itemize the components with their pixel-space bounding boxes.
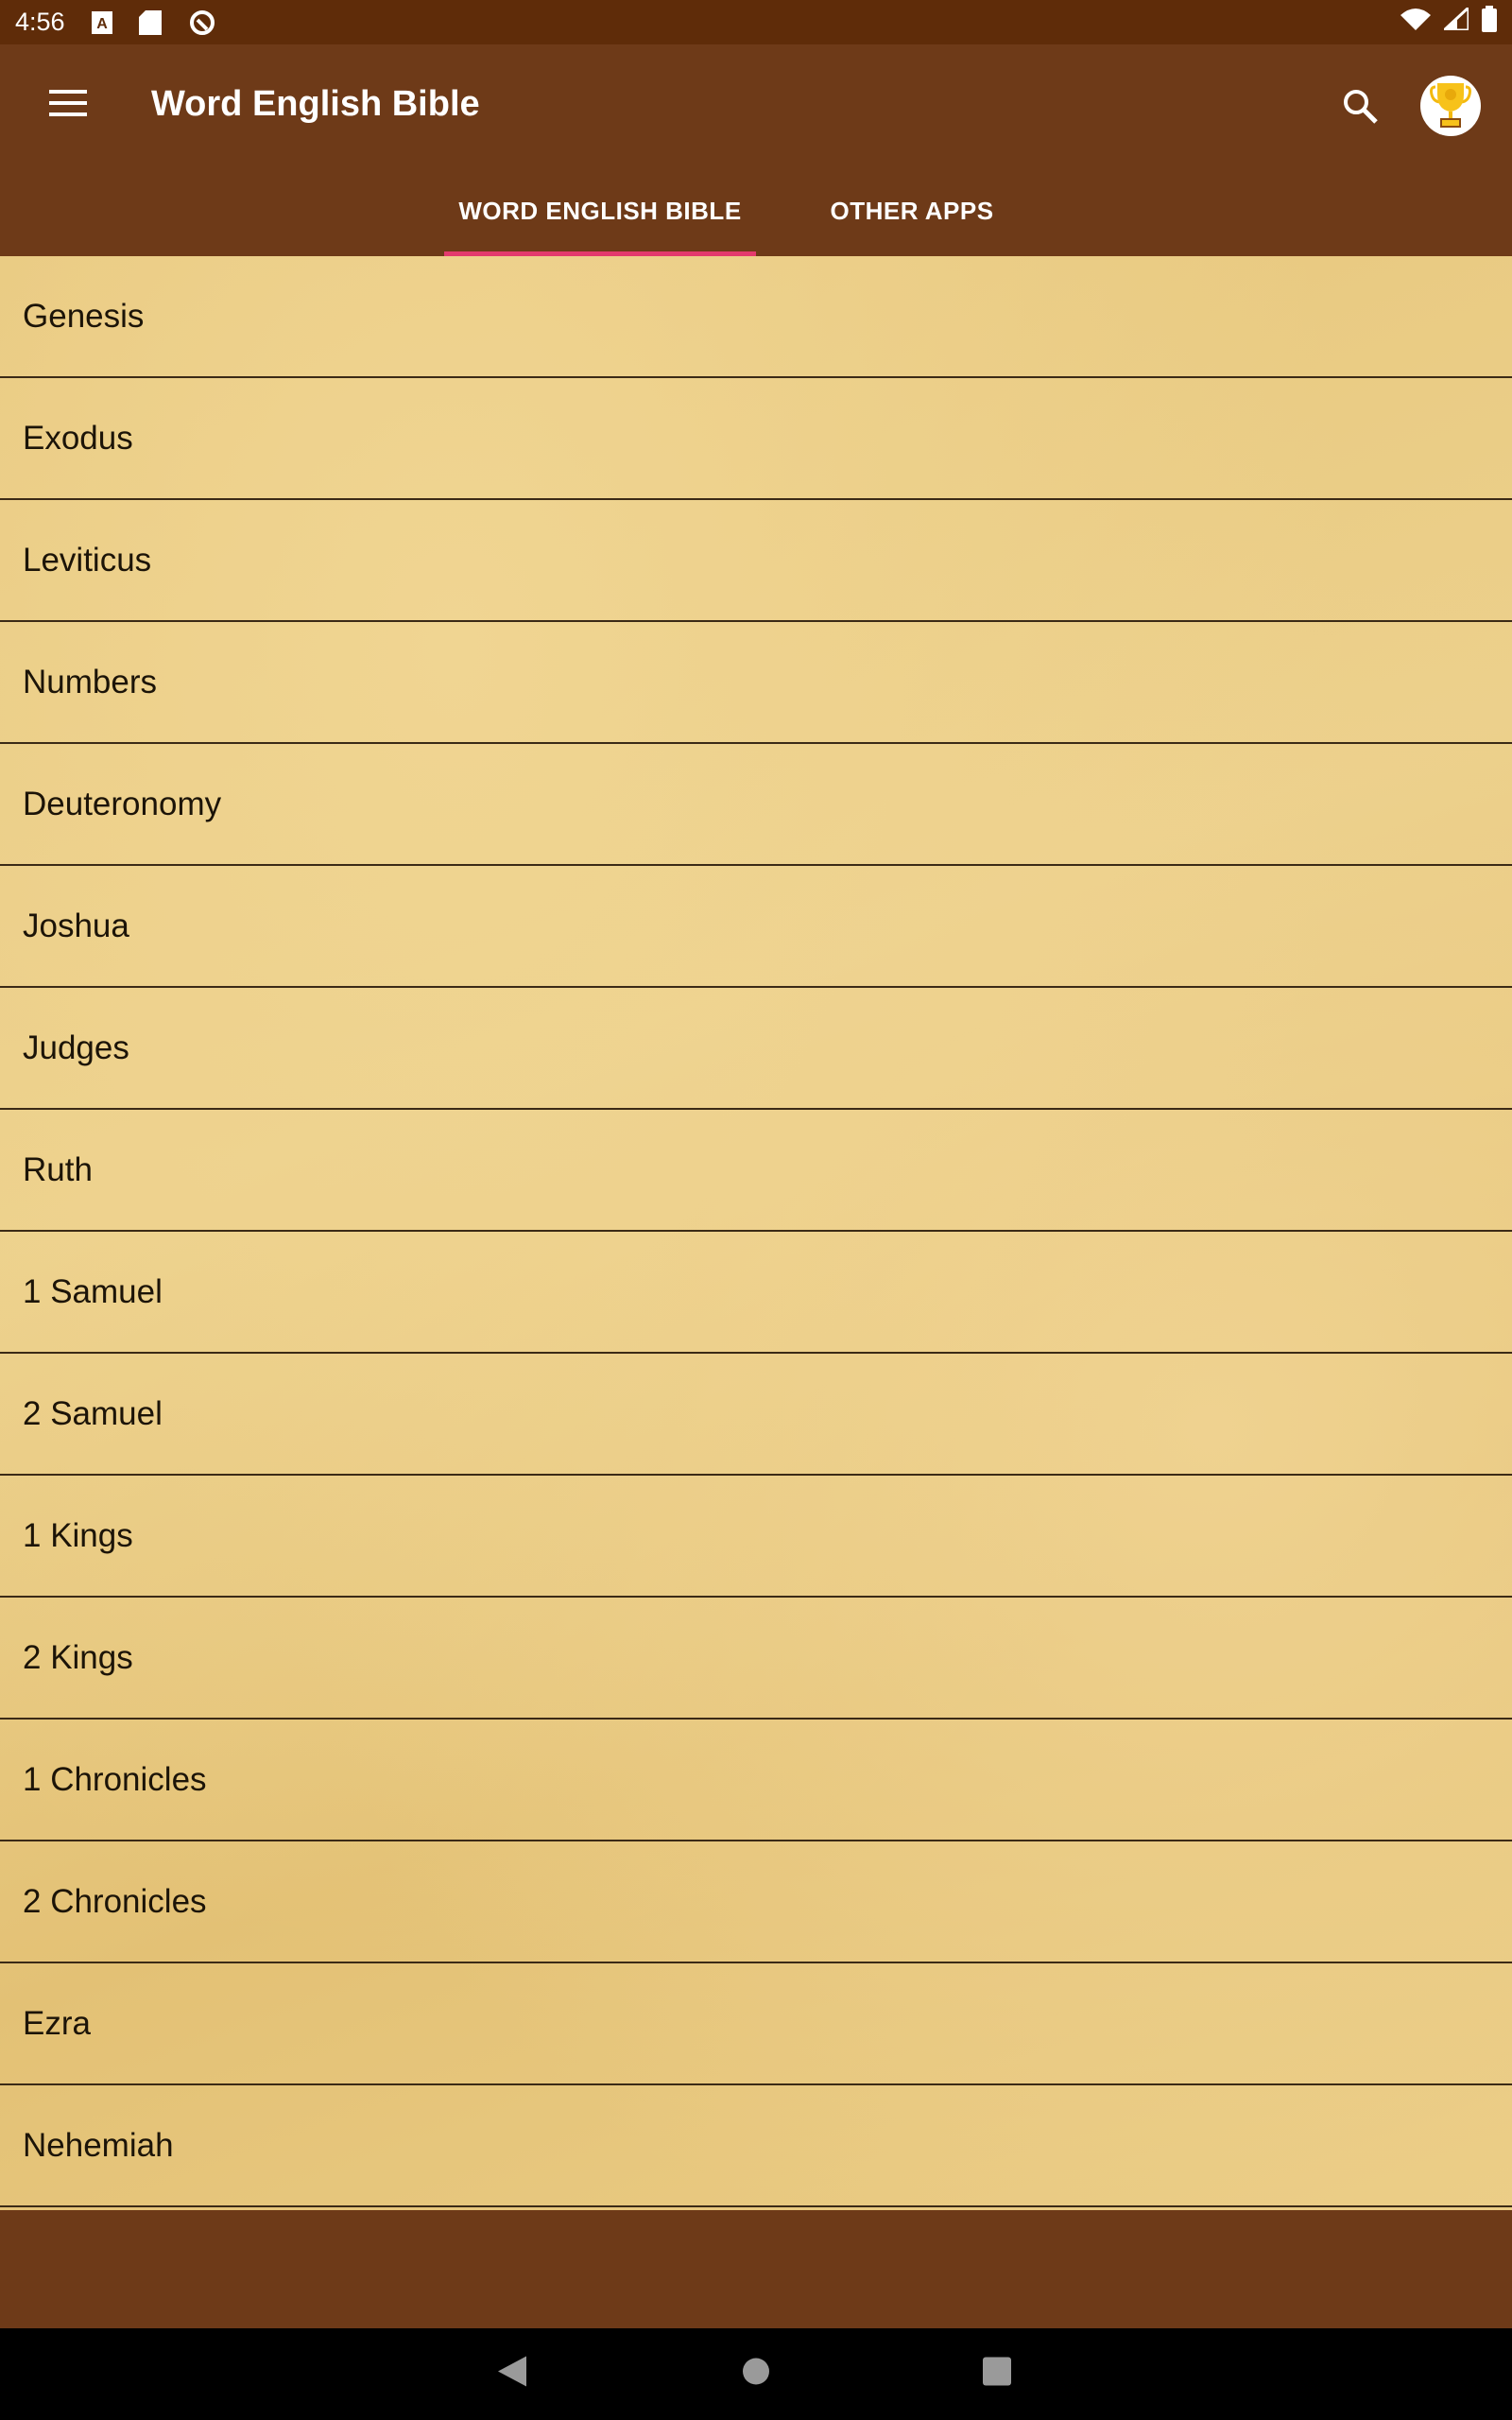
search-icon[interactable] (1340, 86, 1382, 128)
menu-icon[interactable] (49, 90, 87, 118)
battery-icon (1482, 6, 1497, 39)
book-item[interactable]: 2 Kings (0, 1598, 1512, 1720)
sync-icon (188, 9, 216, 37)
book-item[interactable]: Nehemiah (0, 2085, 1512, 2207)
book-item[interactable]: 1 Samuel (0, 1232, 1512, 1354)
tab-other-apps[interactable]: OTHER APPS (756, 165, 1068, 256)
svg-text:A: A (96, 16, 108, 32)
book-item[interactable]: Exodus (0, 378, 1512, 500)
app-title: Word English Bible (151, 84, 480, 124)
book-item[interactable]: Ruth (0, 1110, 1512, 1232)
navigation-bar (0, 2328, 1512, 2420)
book-item[interactable]: Ezra (0, 1963, 1512, 2085)
trophy-icon[interactable] (1420, 76, 1481, 136)
status-bar: 4:56 A (0, 0, 1512, 44)
book-item[interactable]: 2 Chronicles (0, 1841, 1512, 1963)
wifi-icon (1400, 8, 1431, 37)
book-item[interactable]: 1 Kings (0, 1476, 1512, 1598)
bottom-bar (0, 2210, 1512, 2328)
status-time: 4:56 (15, 8, 65, 36)
book-item[interactable]: Leviticus (0, 500, 1512, 622)
book-item[interactable]: 2 Samuel (0, 1354, 1512, 1476)
book-item[interactable]: Deuteronomy (0, 744, 1512, 866)
tab-bar: WORD ENGLISH BIBLE OTHER APPS (0, 165, 1512, 256)
home-icon[interactable] (742, 2358, 770, 2391)
a-notification-icon: A (91, 10, 112, 34)
book-item[interactable]: Judges (0, 988, 1512, 1110)
book-list: Genesis Exodus Leviticus Numbers Deuteronomy… (0, 256, 1512, 2210)
book-item[interactable]: Numbers (0, 622, 1512, 744)
sd-card-icon (138, 9, 162, 35)
app-bar: Word English Bible WORD ENGLISH BIBLE OT… (0, 44, 1512, 256)
recents-icon[interactable] (983, 2357, 1011, 2391)
book-item[interactable]: Genesis (0, 256, 1512, 378)
book-item[interactable]: Joshua (0, 866, 1512, 988)
tab-word-english-bible[interactable]: WORD ENGLISH BIBLE (444, 165, 756, 256)
signal-icon (1440, 4, 1470, 37)
book-item[interactable]: 1 Chronicles (0, 1720, 1512, 1841)
back-icon[interactable] (498, 2356, 526, 2392)
